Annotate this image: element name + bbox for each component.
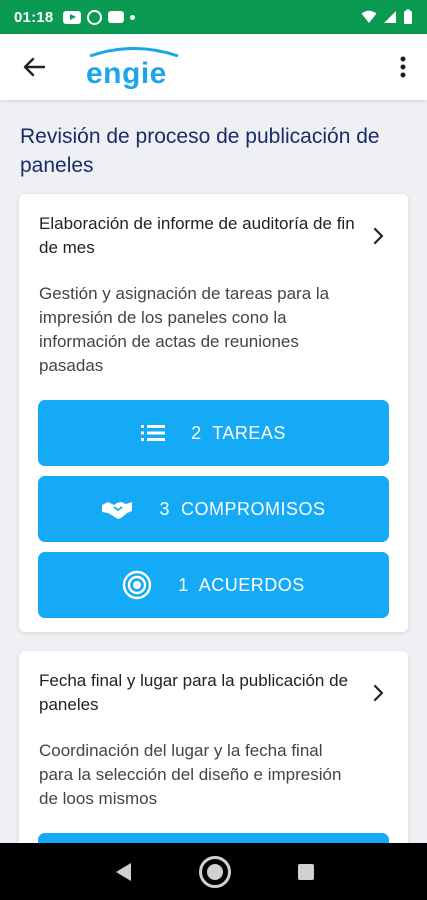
card-description: Coordinación del lugar y la fecha final … bbox=[39, 741, 342, 808]
logo-arc-icon bbox=[89, 47, 179, 57]
system-navigation-bar bbox=[0, 843, 427, 900]
acuerdos-label: 1 ACUERDOS bbox=[178, 574, 305, 595]
card-action-button[interactable] bbox=[38, 833, 389, 843]
arrow-left-icon bbox=[23, 57, 45, 77]
engie-logo: engie bbox=[86, 47, 182, 90]
content-scroll[interactable]: Revisión de proceso de publicación de pa… bbox=[0, 100, 427, 843]
compromisos-button[interactable]: 3 COMPROMISOS bbox=[38, 476, 389, 542]
nav-recents-icon[interactable] bbox=[297, 863, 315, 881]
signal-icon bbox=[384, 11, 396, 23]
tareas-button[interactable]: 2 TAREAS bbox=[38, 400, 389, 466]
card-header[interactable]: Fecha final y lugar para la publicación … bbox=[19, 651, 408, 717]
battery-icon bbox=[404, 9, 412, 24]
target-icon bbox=[122, 570, 152, 600]
acuerdos-button[interactable]: 1 ACUERDOS bbox=[38, 552, 389, 618]
card-description: Gestión y asignación de tareas para la i… bbox=[39, 284, 330, 375]
tareas-label: 2 TAREAS bbox=[191, 422, 286, 443]
nav-home-icon[interactable] bbox=[198, 855, 232, 889]
app-bar: engie bbox=[0, 34, 427, 100]
back-button[interactable] bbox=[4, 34, 64, 100]
handshake-icon bbox=[101, 498, 133, 520]
card-title: Fecha final y lugar para la publicación … bbox=[39, 671, 349, 714]
task-card: Fecha final y lugar para la publicación … bbox=[19, 651, 408, 843]
task-card: Elaboración de informe de auditoría de f… bbox=[19, 194, 408, 632]
page-title: Revisión de proceso de publicación de pa… bbox=[20, 125, 380, 177]
status-bar: 01:18 bbox=[0, 0, 427, 34]
card-header[interactable]: Elaboración de informe de auditoría de f… bbox=[19, 194, 408, 260]
list-icon bbox=[141, 423, 166, 443]
logo-text: engie bbox=[86, 57, 167, 90]
sim-notification-icon bbox=[108, 11, 125, 23]
compromisos-label: 3 COMPROMISOS bbox=[159, 498, 326, 519]
more-vertical-icon bbox=[400, 56, 406, 78]
wifi-icon bbox=[361, 10, 377, 23]
overflow-menu-button[interactable] bbox=[379, 34, 427, 100]
more-notifications-icon bbox=[130, 14, 136, 20]
card-title: Elaboración de informe de auditoría de f… bbox=[39, 214, 355, 257]
chevron-right-icon[interactable] bbox=[366, 224, 390, 248]
status-time: 01:18 bbox=[14, 8, 54, 26]
youtube-notification-icon bbox=[63, 10, 82, 24]
sync-notification-icon bbox=[87, 9, 103, 25]
chevron-right-icon[interactable] bbox=[366, 681, 390, 705]
nav-back-icon[interactable] bbox=[113, 861, 133, 883]
